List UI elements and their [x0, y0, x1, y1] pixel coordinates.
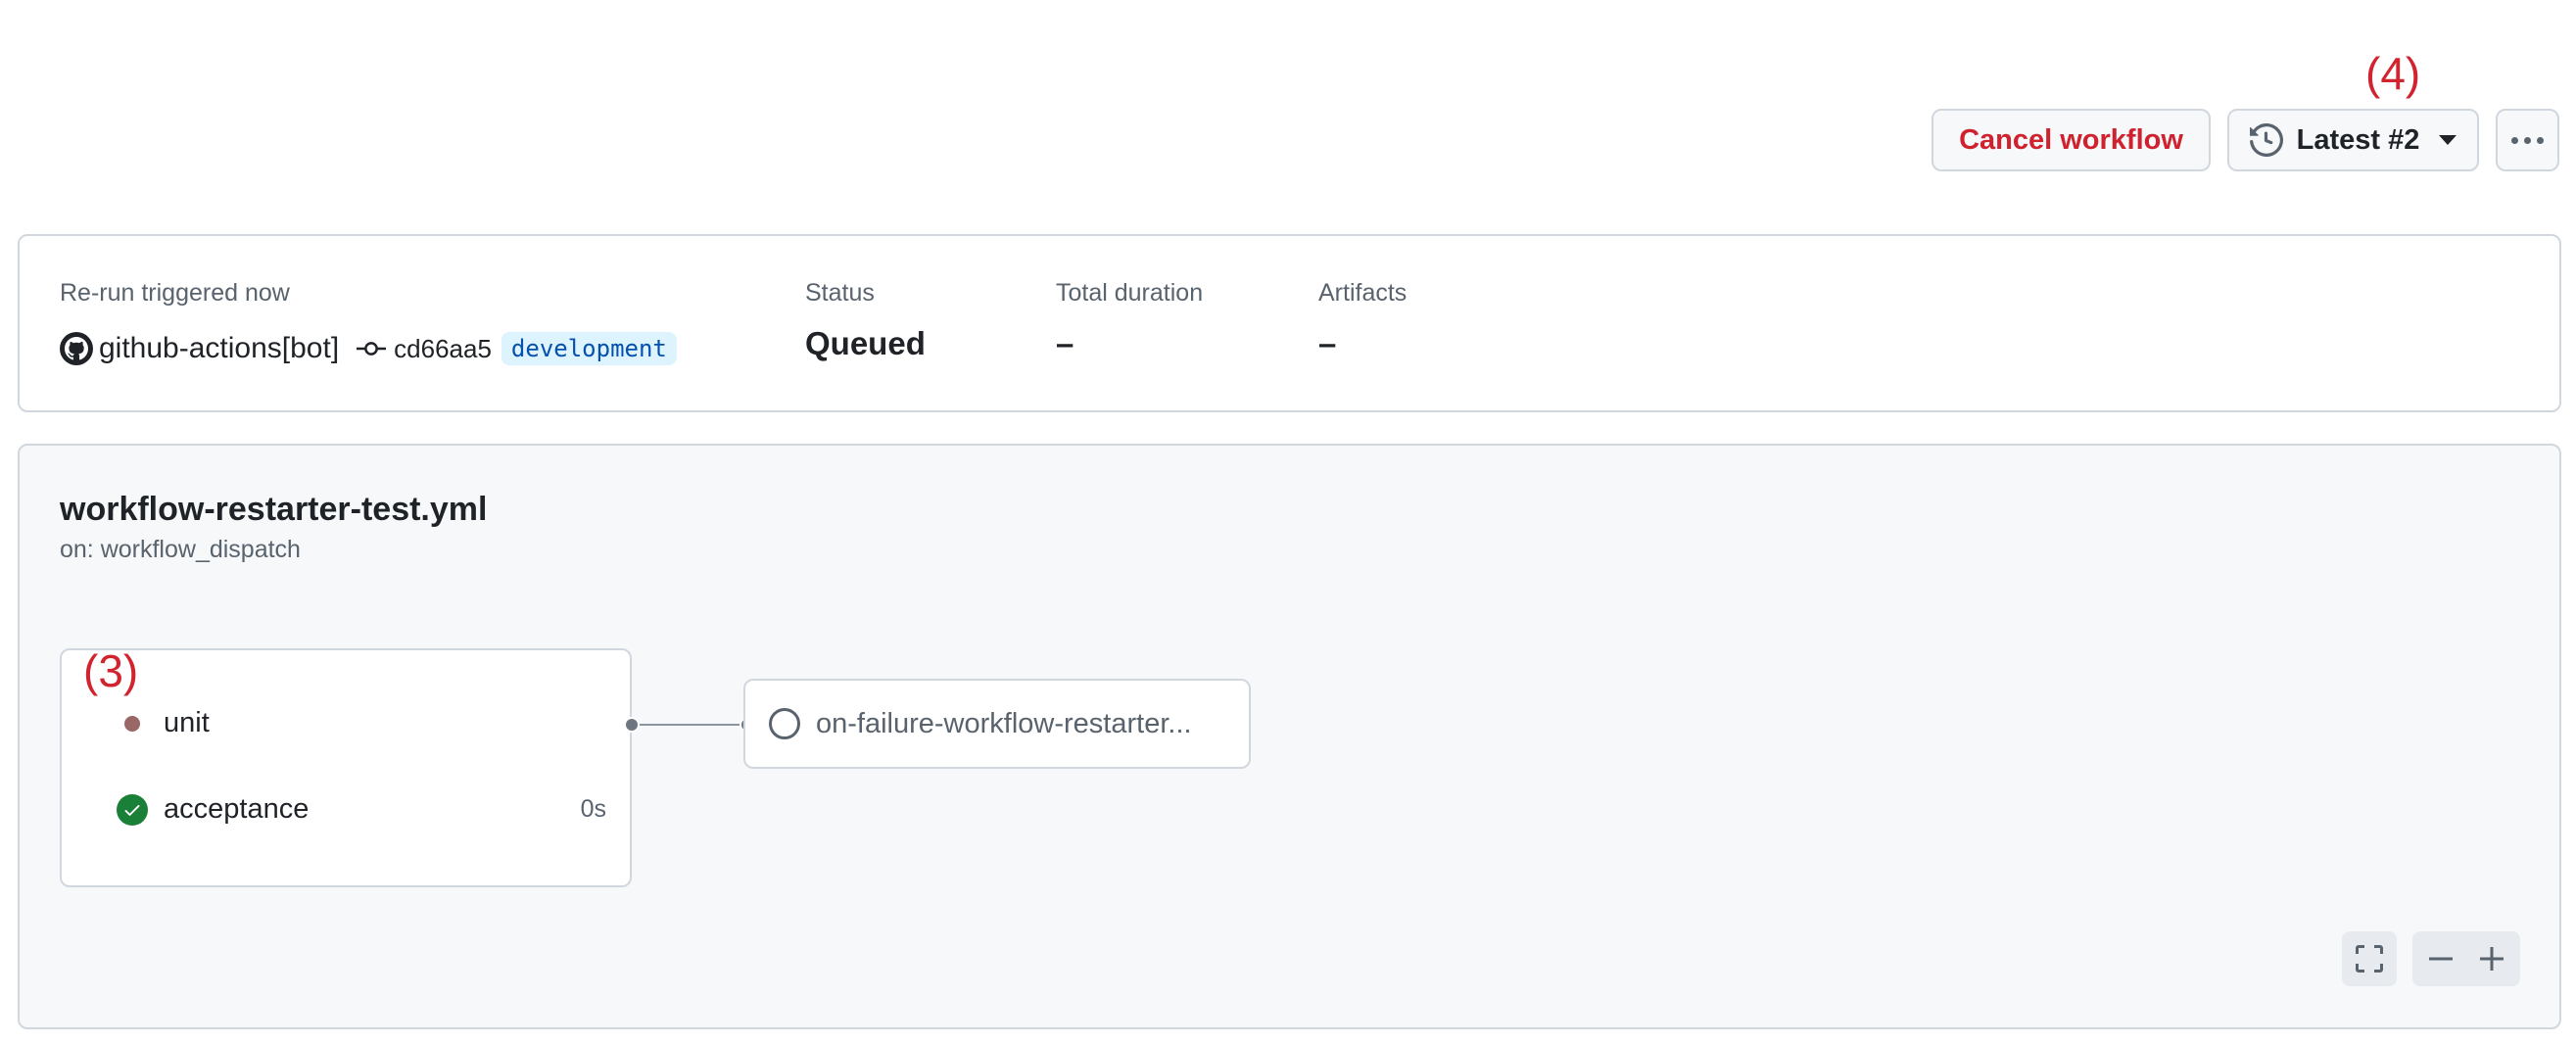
- queued-status-icon: [124, 715, 140, 732]
- actor-name-link[interactable]: github-actions[bot]: [99, 332, 339, 365]
- duration-label: Total duration: [1056, 279, 1204, 307]
- graph-zoom-controls: [2342, 931, 2520, 986]
- job-on-failure-workflow-restarter[interactable]: on-failure-workflow-restarter...: [743, 679, 1251, 769]
- triangle-down-icon: [2439, 135, 2457, 145]
- workflow-graph-panel: workflow-restarter-test.yml on: workflow…: [18, 444, 2561, 1029]
- github-mark-icon[interactable]: [60, 332, 93, 365]
- check-circle-icon: [117, 793, 148, 826]
- fit-to-screen-button[interactable]: [2342, 931, 2397, 986]
- annotation-label-3: (3): [83, 645, 139, 696]
- duration-value: –: [1056, 325, 1074, 361]
- zoom-out-icon[interactable]: [2425, 943, 2457, 974]
- run-toolbar: Cancel workflow Latest #2: [1932, 109, 2559, 171]
- workflow-trigger: on: workflow_dispatch: [60, 536, 301, 563]
- connector-dot: [624, 717, 640, 733]
- job-name: on-failure-workflow-restarter...: [816, 707, 1192, 739]
- job-connector-line: [632, 724, 745, 726]
- zoom-buttons: [2412, 931, 2520, 986]
- job-group-card: unit acceptance 0s: [60, 648, 632, 887]
- more-actions-button[interactable]: [2496, 109, 2559, 171]
- job-unit[interactable]: unit: [117, 707, 210, 739]
- commit-sha-link[interactable]: cd66aa5: [394, 334, 492, 364]
- job-duration: 0s: [580, 795, 606, 823]
- pending-status-icon: [769, 708, 800, 739]
- actor-row: github-actions[bot] cd66aa5 development: [60, 328, 677, 369]
- run-summary-card: Re-run triggered now github-actions[bot]…: [18, 234, 2561, 412]
- job-name: acceptance: [164, 793, 310, 825]
- artifacts-label: Artifacts: [1318, 279, 1407, 307]
- branch-label[interactable]: development: [501, 332, 677, 365]
- trigger-label: Re-run triggered now: [60, 279, 290, 307]
- latest-attempt-dropdown[interactable]: Latest #2: [2227, 109, 2479, 171]
- screen-full-icon: [2356, 945, 2383, 973]
- annotation-label-4: (4): [2365, 48, 2421, 99]
- latest-attempt-label: Latest #2: [2296, 123, 2420, 156]
- job-name: unit: [164, 707, 210, 738]
- status-value: Queued: [805, 325, 926, 361]
- git-commit-icon: [357, 342, 387, 356]
- history-icon: [2249, 123, 2283, 157]
- zoom-in-icon[interactable]: [2476, 943, 2507, 974]
- artifacts-value: –: [1318, 325, 1337, 361]
- workflow-run-page: (4) Cancel workflow Latest #2 Re-run tri…: [0, 0, 2576, 1044]
- kebab-horizontal-icon: [2511, 136, 2544, 144]
- cancel-workflow-button[interactable]: Cancel workflow: [1932, 109, 2211, 171]
- job-acceptance[interactable]: acceptance 0s: [117, 793, 606, 826]
- status-label: Status: [805, 279, 875, 307]
- workflow-file-name: workflow-restarter-test.yml: [60, 491, 488, 528]
